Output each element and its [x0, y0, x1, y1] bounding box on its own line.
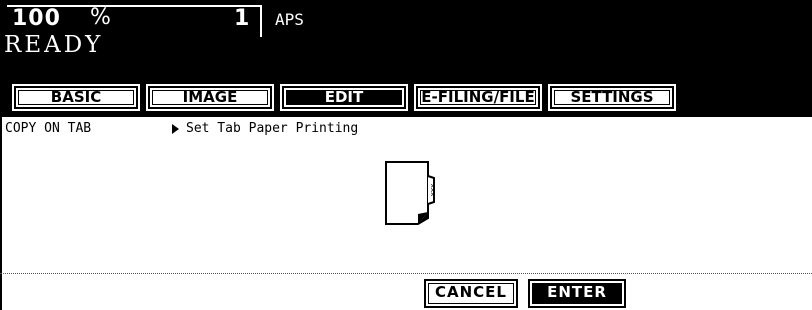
copy-count: 1 [234, 6, 250, 31]
header-panel: 100 % 1 APS READY BASIC IMAGE EDIT E-FIL… [0, 0, 812, 117]
zoom-value: 100 [12, 6, 61, 31]
tab-paper-icon: xxx [384, 160, 444, 230]
zoom-unit: % [90, 5, 111, 30]
divider [0, 273, 812, 274]
function-name: COPY ON TAB [5, 121, 92, 136]
left-border [0, 117, 2, 310]
cancel-button[interactable]: CANCEL [424, 279, 518, 308]
tab-basic[interactable]: BASIC [12, 84, 140, 111]
paper-mode: APS [275, 10, 304, 29]
machine-status: READY [4, 32, 104, 58]
tab-e-filing-file[interactable]: E-FILING/FILE [414, 84, 542, 111]
tab-text: xxx [429, 184, 437, 197]
enter-button[interactable]: ENTER [528, 279, 626, 308]
tab-settings[interactable]: SETTINGS [548, 84, 676, 111]
function-description: Set Tab Paper Printing [186, 121, 359, 136]
tab-image[interactable]: IMAGE [146, 84, 274, 111]
breadcrumb: COPY ON TAB Set Tab Paper Printing [0, 117, 812, 141]
tab-edit[interactable]: EDIT [280, 84, 408, 111]
triangle-right-icon [172, 124, 179, 134]
